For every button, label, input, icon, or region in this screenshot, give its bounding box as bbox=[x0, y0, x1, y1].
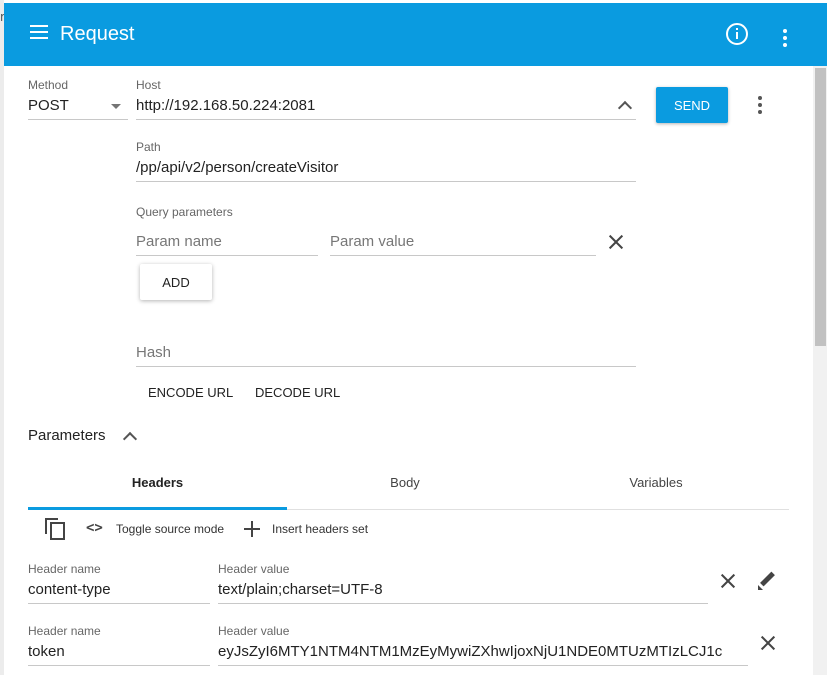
window-edge bbox=[0, 0, 4, 675]
close-icon[interactable] bbox=[760, 635, 776, 651]
header-name-underline bbox=[28, 603, 210, 604]
arrow-drop-down-icon[interactable] bbox=[111, 104, 121, 109]
header-value-label: Header value bbox=[218, 624, 290, 638]
plus-icon[interactable] bbox=[244, 521, 260, 537]
hash-input[interactable]: Hash bbox=[136, 344, 171, 361]
method-underline bbox=[28, 119, 128, 120]
close-icon[interactable] bbox=[608, 234, 624, 250]
app-bar: Request bbox=[4, 3, 827, 66]
page-title: Request bbox=[60, 23, 135, 45]
hash-underline bbox=[136, 366, 636, 367]
header-name-label: Header name bbox=[28, 624, 101, 638]
toggle-source-button[interactable]: Toggle source mode bbox=[116, 522, 224, 536]
tab-indicator bbox=[28, 507, 287, 510]
encode-url-button[interactable]: ENCODE URL bbox=[148, 385, 233, 400]
query-params-label: Query parameters bbox=[136, 205, 233, 219]
tab-headers[interactable]: Headers bbox=[28, 475, 287, 490]
code-icon[interactable]: <> bbox=[86, 520, 103, 536]
method-select[interactable]: POST bbox=[28, 97, 69, 114]
insert-headers-set-button[interactable]: Insert headers set bbox=[272, 522, 368, 536]
method-label: Method bbox=[28, 78, 69, 92]
param-name-input[interactable]: Param name bbox=[136, 233, 222, 250]
pencil-icon[interactable] bbox=[758, 571, 778, 591]
scrollbar-thumb[interactable] bbox=[815, 68, 826, 346]
parameters-title[interactable]: Parameters bbox=[28, 427, 106, 444]
request-more-icon[interactable] bbox=[758, 96, 762, 117]
path-label: Path bbox=[136, 140, 161, 154]
send-button[interactable]: SEND bbox=[656, 87, 728, 123]
tab-variables[interactable]: Variables bbox=[523, 475, 789, 490]
decode-url-button[interactable]: DECODE URL bbox=[255, 385, 340, 400]
close-icon[interactable] bbox=[720, 573, 736, 589]
menu-icon[interactable] bbox=[30, 25, 50, 43]
param-value-underline bbox=[330, 255, 596, 256]
header-value-label: Header value bbox=[218, 562, 290, 576]
host-input[interactable]: http://192.168.50.224:2081 bbox=[136, 97, 315, 114]
header-name-underline bbox=[28, 665, 210, 666]
header-value-underline bbox=[218, 665, 748, 666]
header-name-label: Header name bbox=[28, 562, 101, 576]
param-value-input[interactable]: Param value bbox=[330, 233, 414, 250]
chevron-up-icon[interactable] bbox=[617, 100, 633, 116]
path-input[interactable]: /pp/api/v2/person/createVisitor bbox=[136, 159, 338, 176]
header-value-input[interactable]: text/plain;charset=UTF-8 bbox=[218, 581, 383, 598]
tab-body[interactable]: Body bbox=[287, 475, 523, 490]
copy-icon[interactable] bbox=[45, 518, 65, 540]
header-value-underline bbox=[218, 603, 708, 604]
chevron-up-icon[interactable] bbox=[122, 431, 138, 447]
param-name-underline bbox=[136, 255, 318, 256]
path-underline bbox=[136, 181, 636, 182]
header-name-input[interactable]: content-type bbox=[28, 581, 111, 598]
header-name-input[interactable]: token bbox=[28, 643, 65, 660]
header-value-input[interactable]: eyJsZyI6MTY1NTM4NTM1MzEyMywiZXhwIjoxNjU1… bbox=[218, 643, 748, 660]
more-vert-icon[interactable] bbox=[783, 29, 787, 50]
info-icon[interactable] bbox=[726, 23, 748, 45]
add-param-button[interactable]: ADD bbox=[140, 264, 212, 300]
host-underline bbox=[136, 119, 636, 120]
host-label: Host bbox=[136, 78, 161, 92]
